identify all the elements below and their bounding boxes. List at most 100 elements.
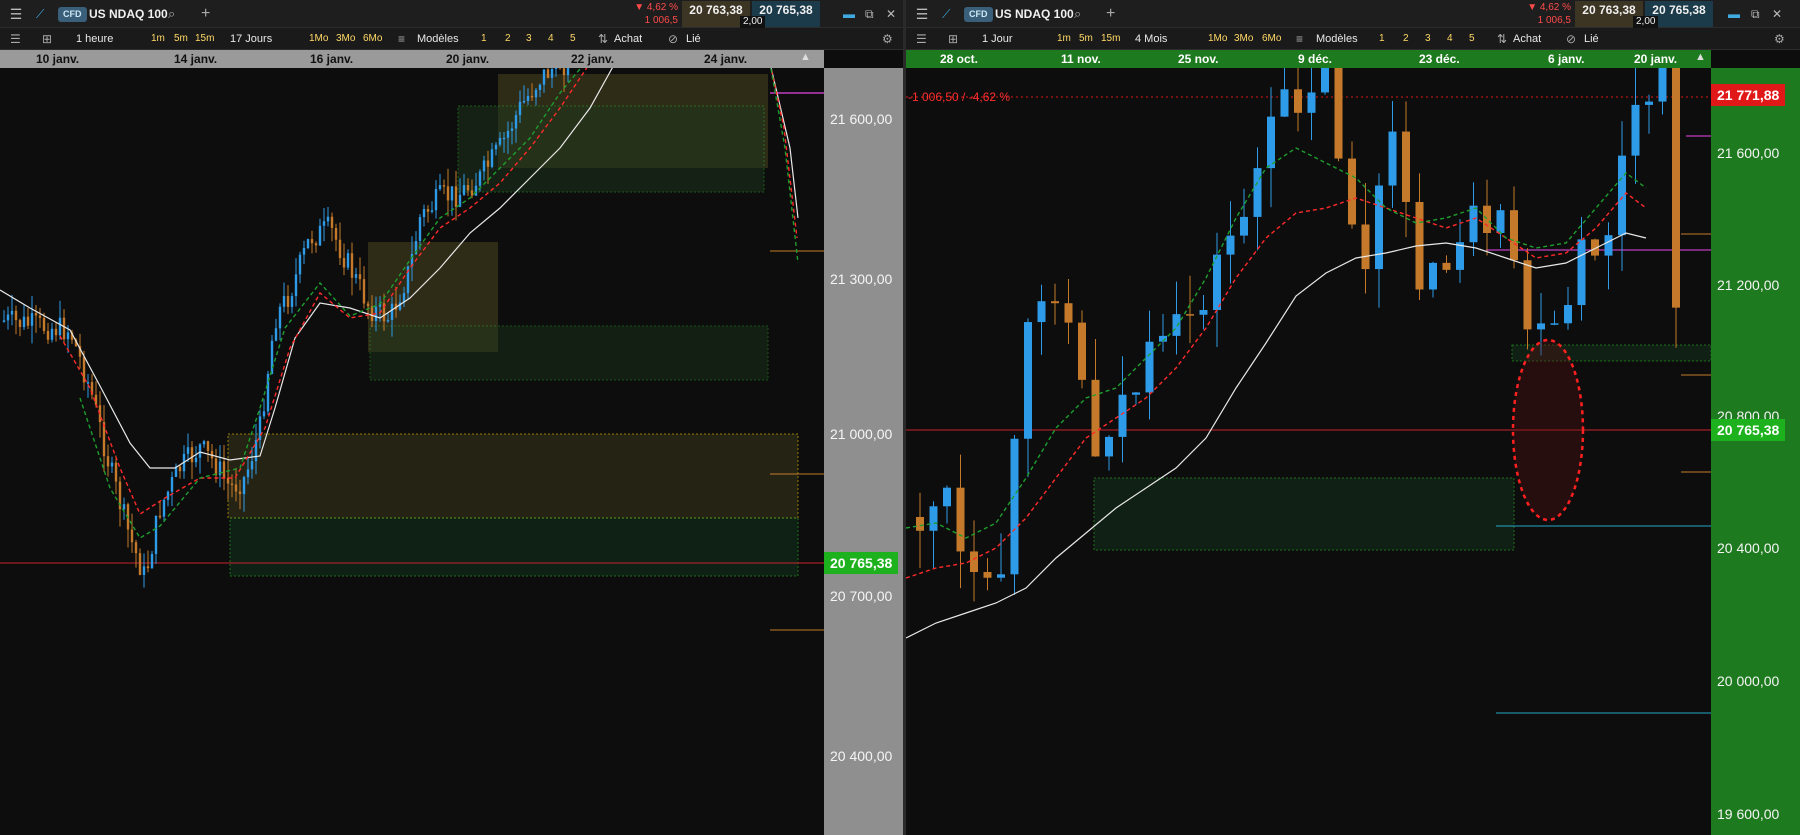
- candle-body: [474, 185, 478, 196]
- period-3mo[interactable]: 3Mo: [1234, 28, 1253, 50]
- interval-15m[interactable]: 15m: [195, 28, 214, 50]
- candle-body: [6, 314, 10, 321]
- candle-body: [238, 491, 242, 495]
- interval-1m[interactable]: 1m: [1057, 28, 1071, 50]
- candle-body: [1024, 322, 1032, 439]
- interval-5m[interactable]: 5m: [174, 28, 188, 50]
- templates-icon[interactable]: ≡: [1296, 28, 1303, 50]
- minimize-icon[interactable]: ▬: [843, 0, 855, 28]
- candle-body: [34, 313, 38, 316]
- date-label: 25 nov.: [1178, 52, 1219, 66]
- link-icon[interactable]: ⊘: [1566, 28, 1576, 50]
- layout-5[interactable]: 5: [570, 28, 576, 50]
- candle-body: [1064, 303, 1073, 323]
- chart-type-icon[interactable]: ⟋: [36, 0, 44, 28]
- hourly-candles-chart[interactable]: [0, 68, 824, 835]
- candle-body: [506, 130, 510, 138]
- layout-3[interactable]: 3: [526, 28, 532, 50]
- interval-1m[interactable]: 1m: [151, 28, 165, 50]
- instrument-name[interactable]: US NDAQ 100: [89, 0, 168, 28]
- settings-icon[interactable]: ⚙: [1774, 28, 1785, 50]
- candle-body: [518, 101, 522, 116]
- close-icon[interactable]: ✕: [886, 0, 896, 28]
- layout-5[interactable]: 5: [1469, 28, 1475, 50]
- candle-body: [1510, 210, 1518, 261]
- minimize-icon[interactable]: ▬: [1728, 0, 1740, 28]
- linked-button[interactable]: Lié: [686, 28, 701, 50]
- candle-body: [26, 316, 30, 326]
- layout-2[interactable]: 2: [1403, 28, 1409, 50]
- chart-panel-hourly[interactable]: ☰ ⟋ CFD US NDAQ 100 ⌕ + ▼ 4,62 % 1 006,5…: [0, 0, 906, 835]
- interval-select[interactable]: 1 heure: [76, 28, 113, 50]
- interval-select[interactable]: 1 Jour: [982, 28, 1013, 50]
- layout-grid-icon[interactable]: ⊞: [948, 28, 958, 50]
- candle-body: [234, 484, 238, 492]
- interval-15m[interactable]: 15m: [1101, 28, 1120, 50]
- templates-button[interactable]: Modèles: [417, 28, 459, 50]
- candle-body: [54, 328, 58, 336]
- candle-body: [1631, 104, 1640, 156]
- period-1mo[interactable]: 1Mo: [1208, 28, 1227, 50]
- candle-body: [438, 185, 442, 190]
- candle-body: [1334, 68, 1343, 159]
- candle-body: [470, 190, 474, 196]
- candle-body: [1375, 185, 1383, 270]
- layout-4[interactable]: 4: [548, 28, 554, 50]
- linked-button[interactable]: Lié: [1584, 28, 1599, 50]
- layout-2[interactable]: 2: [505, 28, 511, 50]
- add-tab-icon[interactable]: +: [201, 0, 210, 28]
- buy-icon[interactable]: ⇅: [598, 28, 608, 50]
- popout-icon[interactable]: ⧉: [865, 0, 874, 28]
- instrument-name[interactable]: US NDAQ 100: [995, 0, 1074, 28]
- layout-3[interactable]: 3: [1425, 28, 1431, 50]
- search-icon[interactable]: ⌕: [168, 0, 175, 28]
- title-bar: ☰ ⟋ CFD US NDAQ 100 ⌕ + ▼ 4,62 % 1 006,5…: [0, 0, 906, 28]
- period-select[interactable]: 17 Jours: [230, 28, 272, 50]
- list-icon[interactable]: ☰: [916, 28, 927, 50]
- popout-icon[interactable]: ⧉: [1751, 0, 1760, 28]
- menu-icon[interactable]: ☰: [6, 0, 26, 28]
- link-icon[interactable]: ⊘: [668, 28, 678, 50]
- chart-type-icon[interactable]: ⟋: [942, 0, 950, 28]
- candle-body: [1267, 116, 1275, 169]
- add-tab-icon[interactable]: +: [1106, 0, 1115, 28]
- candle-body: [446, 186, 450, 201]
- candle-body: [1550, 323, 1559, 325]
- interval-5m[interactable]: 5m: [1079, 28, 1093, 50]
- candle-body: [1321, 68, 1329, 93]
- templates-button[interactable]: Modèles: [1316, 28, 1358, 50]
- period-6mo[interactable]: 6Mo: [363, 28, 382, 50]
- candle-body: [1402, 131, 1410, 202]
- period-select[interactable]: 4 Mois: [1135, 28, 1167, 50]
- pin-icon[interactable]: ▲: [1695, 51, 1706, 63]
- buy-icon[interactable]: ⇅: [1497, 28, 1507, 50]
- layout-4[interactable]: 4: [1447, 28, 1453, 50]
- candle-body: [526, 95, 530, 101]
- layout-1[interactable]: 1: [1379, 28, 1385, 50]
- templates-icon[interactable]: ≡: [398, 28, 405, 50]
- candle-body: [1294, 89, 1302, 113]
- buy-button[interactable]: Achat: [614, 28, 642, 50]
- period-6mo[interactable]: 6Mo: [1262, 28, 1281, 50]
- buy-button[interactable]: Achat: [1513, 28, 1541, 50]
- chart-panel-daily[interactable]: ☰ ⟋ CFD US NDAQ 100 ⌕ + ▼ 4,62 % 1 006,5…: [906, 0, 1800, 835]
- menu-icon[interactable]: ☰: [912, 0, 932, 28]
- close-icon[interactable]: ✕: [1772, 0, 1782, 28]
- price-axis[interactable]: 21 600,00 21 300,00 21 000,00 20 765,38 …: [824, 68, 906, 835]
- price-axis[interactable]: 21 771,88 21 600,00 21 200,00 20 800,00 …: [1711, 68, 1800, 835]
- search-icon[interactable]: ⌕: [1074, 0, 1081, 28]
- candle-body: [1307, 92, 1316, 113]
- settings-icon[interactable]: ⚙: [882, 28, 893, 50]
- layout-grid-icon[interactable]: ⊞: [42, 28, 52, 50]
- candle-body: [30, 313, 34, 326]
- layout-1[interactable]: 1: [481, 28, 487, 50]
- list-icon[interactable]: ☰: [10, 28, 21, 50]
- pin-icon[interactable]: ▲: [800, 51, 811, 63]
- candle-body: [534, 89, 538, 98]
- period-3mo[interactable]: 3Mo: [336, 28, 355, 50]
- candle-body: [1645, 101, 1653, 105]
- candle-body: [318, 225, 322, 246]
- period-1mo[interactable]: 1Mo: [309, 28, 328, 50]
- candle-body: [916, 517, 924, 531]
- daily-candles-chart[interactable]: -1 006,50 / -4,62 %: [906, 68, 1711, 835]
